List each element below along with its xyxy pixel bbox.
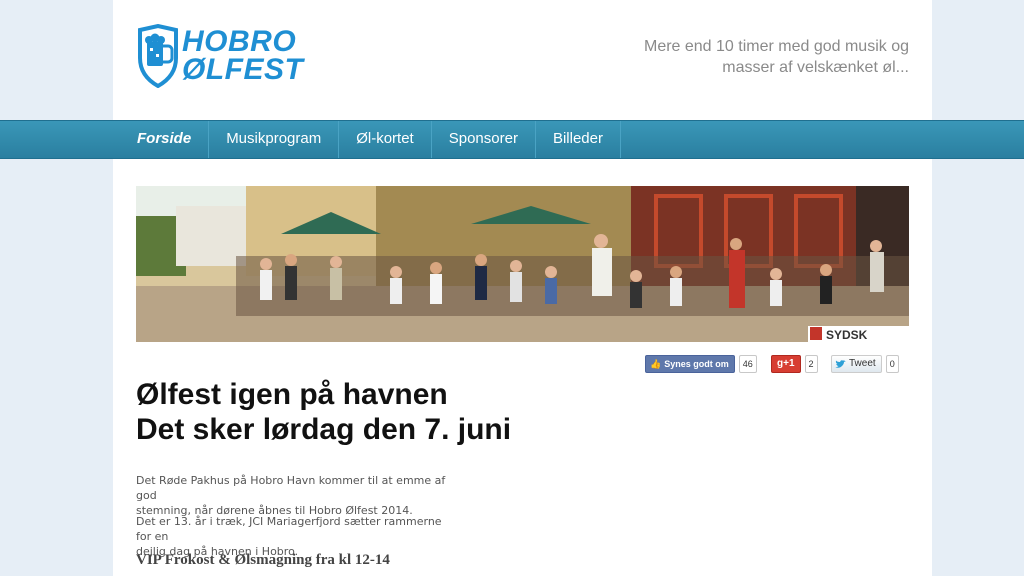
article-headline: Ølfest igen på havnen Det sker lørdag de… <box>136 377 736 447</box>
site-logo[interactable]: HOBRO ØLFEST <box>136 24 316 94</box>
gplus-count: 2 <box>804 355 818 373</box>
paragraph-2-line-1: Det er 13. år i træk, JCI Mariagerfjord … <box>136 515 442 543</box>
logo-line-2: ØLFEST <box>182 53 304 86</box>
harbour-crowd-photo: SYDSK <box>136 186 909 342</box>
headline-line-1: Ølfest igen på havnen <box>136 378 448 411</box>
facebook-like-label: Synes godt om <box>664 359 729 369</box>
article-paragraph-1: Det Røde Pakhus på Hobro Havn kommer til… <box>136 473 456 518</box>
nav-items: Forside Musikprogram Øl-kortet Sponsorer… <box>120 121 621 158</box>
logo-line-1: HOBRO <box>182 25 297 58</box>
gplus-button[interactable]: g+1 <box>771 355 801 373</box>
site-header: HOBRO ØLFEST Mere end 10 timer med god m… <box>113 0 932 120</box>
nav-item-ol-kortet[interactable]: Øl-kortet <box>339 121 432 158</box>
site-tagline: Mere end 10 timer med god musik og masse… <box>609 36 909 78</box>
nav-item-musikprogram[interactable]: Musikprogram <box>209 121 340 158</box>
hero-image: SYDSK <box>136 186 909 342</box>
twitter-bird-icon <box>835 359 846 368</box>
article-subheading: VIP Frokost & Ølsmagning fra kl 12-14 <box>136 552 390 568</box>
gplus-widget[interactable]: g+1 2 <box>771 355 818 373</box>
nav-item-forside[interactable]: Forside <box>120 121 210 158</box>
facebook-like-button[interactable]: 👍 Synes godt om <box>645 355 735 373</box>
tweet-label: Tweet <box>849 358 876 369</box>
facebook-like-widget[interactable]: 👍 Synes godt om 46 <box>645 355 757 373</box>
hero-sign-text: SYDSK <box>826 328 868 342</box>
tweet-count: 0 <box>885 355 899 373</box>
paragraph-1-line-1: Det Røde Pakhus på Hobro Havn kommer til… <box>136 474 446 502</box>
nav-item-sponsorer[interactable]: Sponsorer <box>432 121 536 158</box>
facebook-like-count: 46 <box>738 355 757 373</box>
headline-line-2: Det sker lørdag den 7. juni <box>136 413 512 446</box>
gplus-label: +1 <box>783 358 795 369</box>
tweet-button[interactable]: Tweet <box>831 355 882 373</box>
logo-text: HOBRO ØLFEST <box>182 25 304 86</box>
main-navigation: Forside Musikprogram Øl-kortet Sponsorer… <box>0 120 1024 159</box>
twitter-widget[interactable]: Tweet 0 <box>831 355 899 373</box>
nav-item-billeder[interactable]: Billeder <box>536 121 621 158</box>
thumbs-up-icon: 👍 <box>650 359 662 369</box>
beer-shield-icon <box>138 24 178 88</box>
tagline-line-2: masser af velskænket øl... <box>722 59 909 76</box>
page-container: HOBRO ØLFEST Mere end 10 timer med god m… <box>113 0 932 576</box>
tagline-line-1: Mere end 10 timer med god musik og <box>643 38 909 55</box>
